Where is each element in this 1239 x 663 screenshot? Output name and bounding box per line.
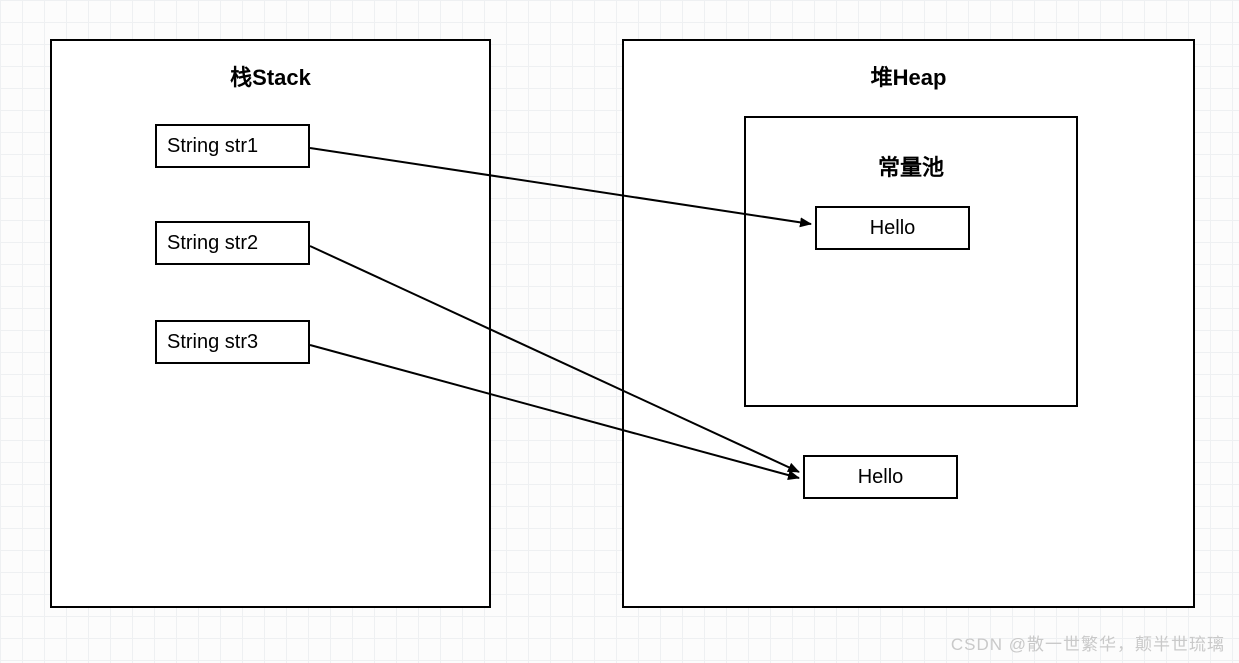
constant-pool-value: Hello (815, 206, 970, 250)
stack-item-label: String str3 (167, 331, 258, 354)
stack-item-str1: String str1 (155, 124, 310, 168)
stack-item-label: String str1 (167, 135, 258, 158)
stack-item-label: String str2 (167, 232, 258, 255)
watermark: CSDN @散一世繁华，颠半世琉璃 (951, 630, 1225, 655)
heap-object-value: Hello (803, 455, 958, 499)
heap-title: 堆Heap (622, 60, 1195, 92)
constant-pool-title: 常量池 (744, 150, 1078, 182)
heap-object-value-text: Hello (858, 466, 904, 489)
stack-item-str3: String str3 (155, 320, 310, 364)
stack-title: 栈Stack (50, 60, 491, 92)
constant-pool-value-text: Hello (870, 217, 916, 240)
stack-item-str2: String str2 (155, 221, 310, 265)
